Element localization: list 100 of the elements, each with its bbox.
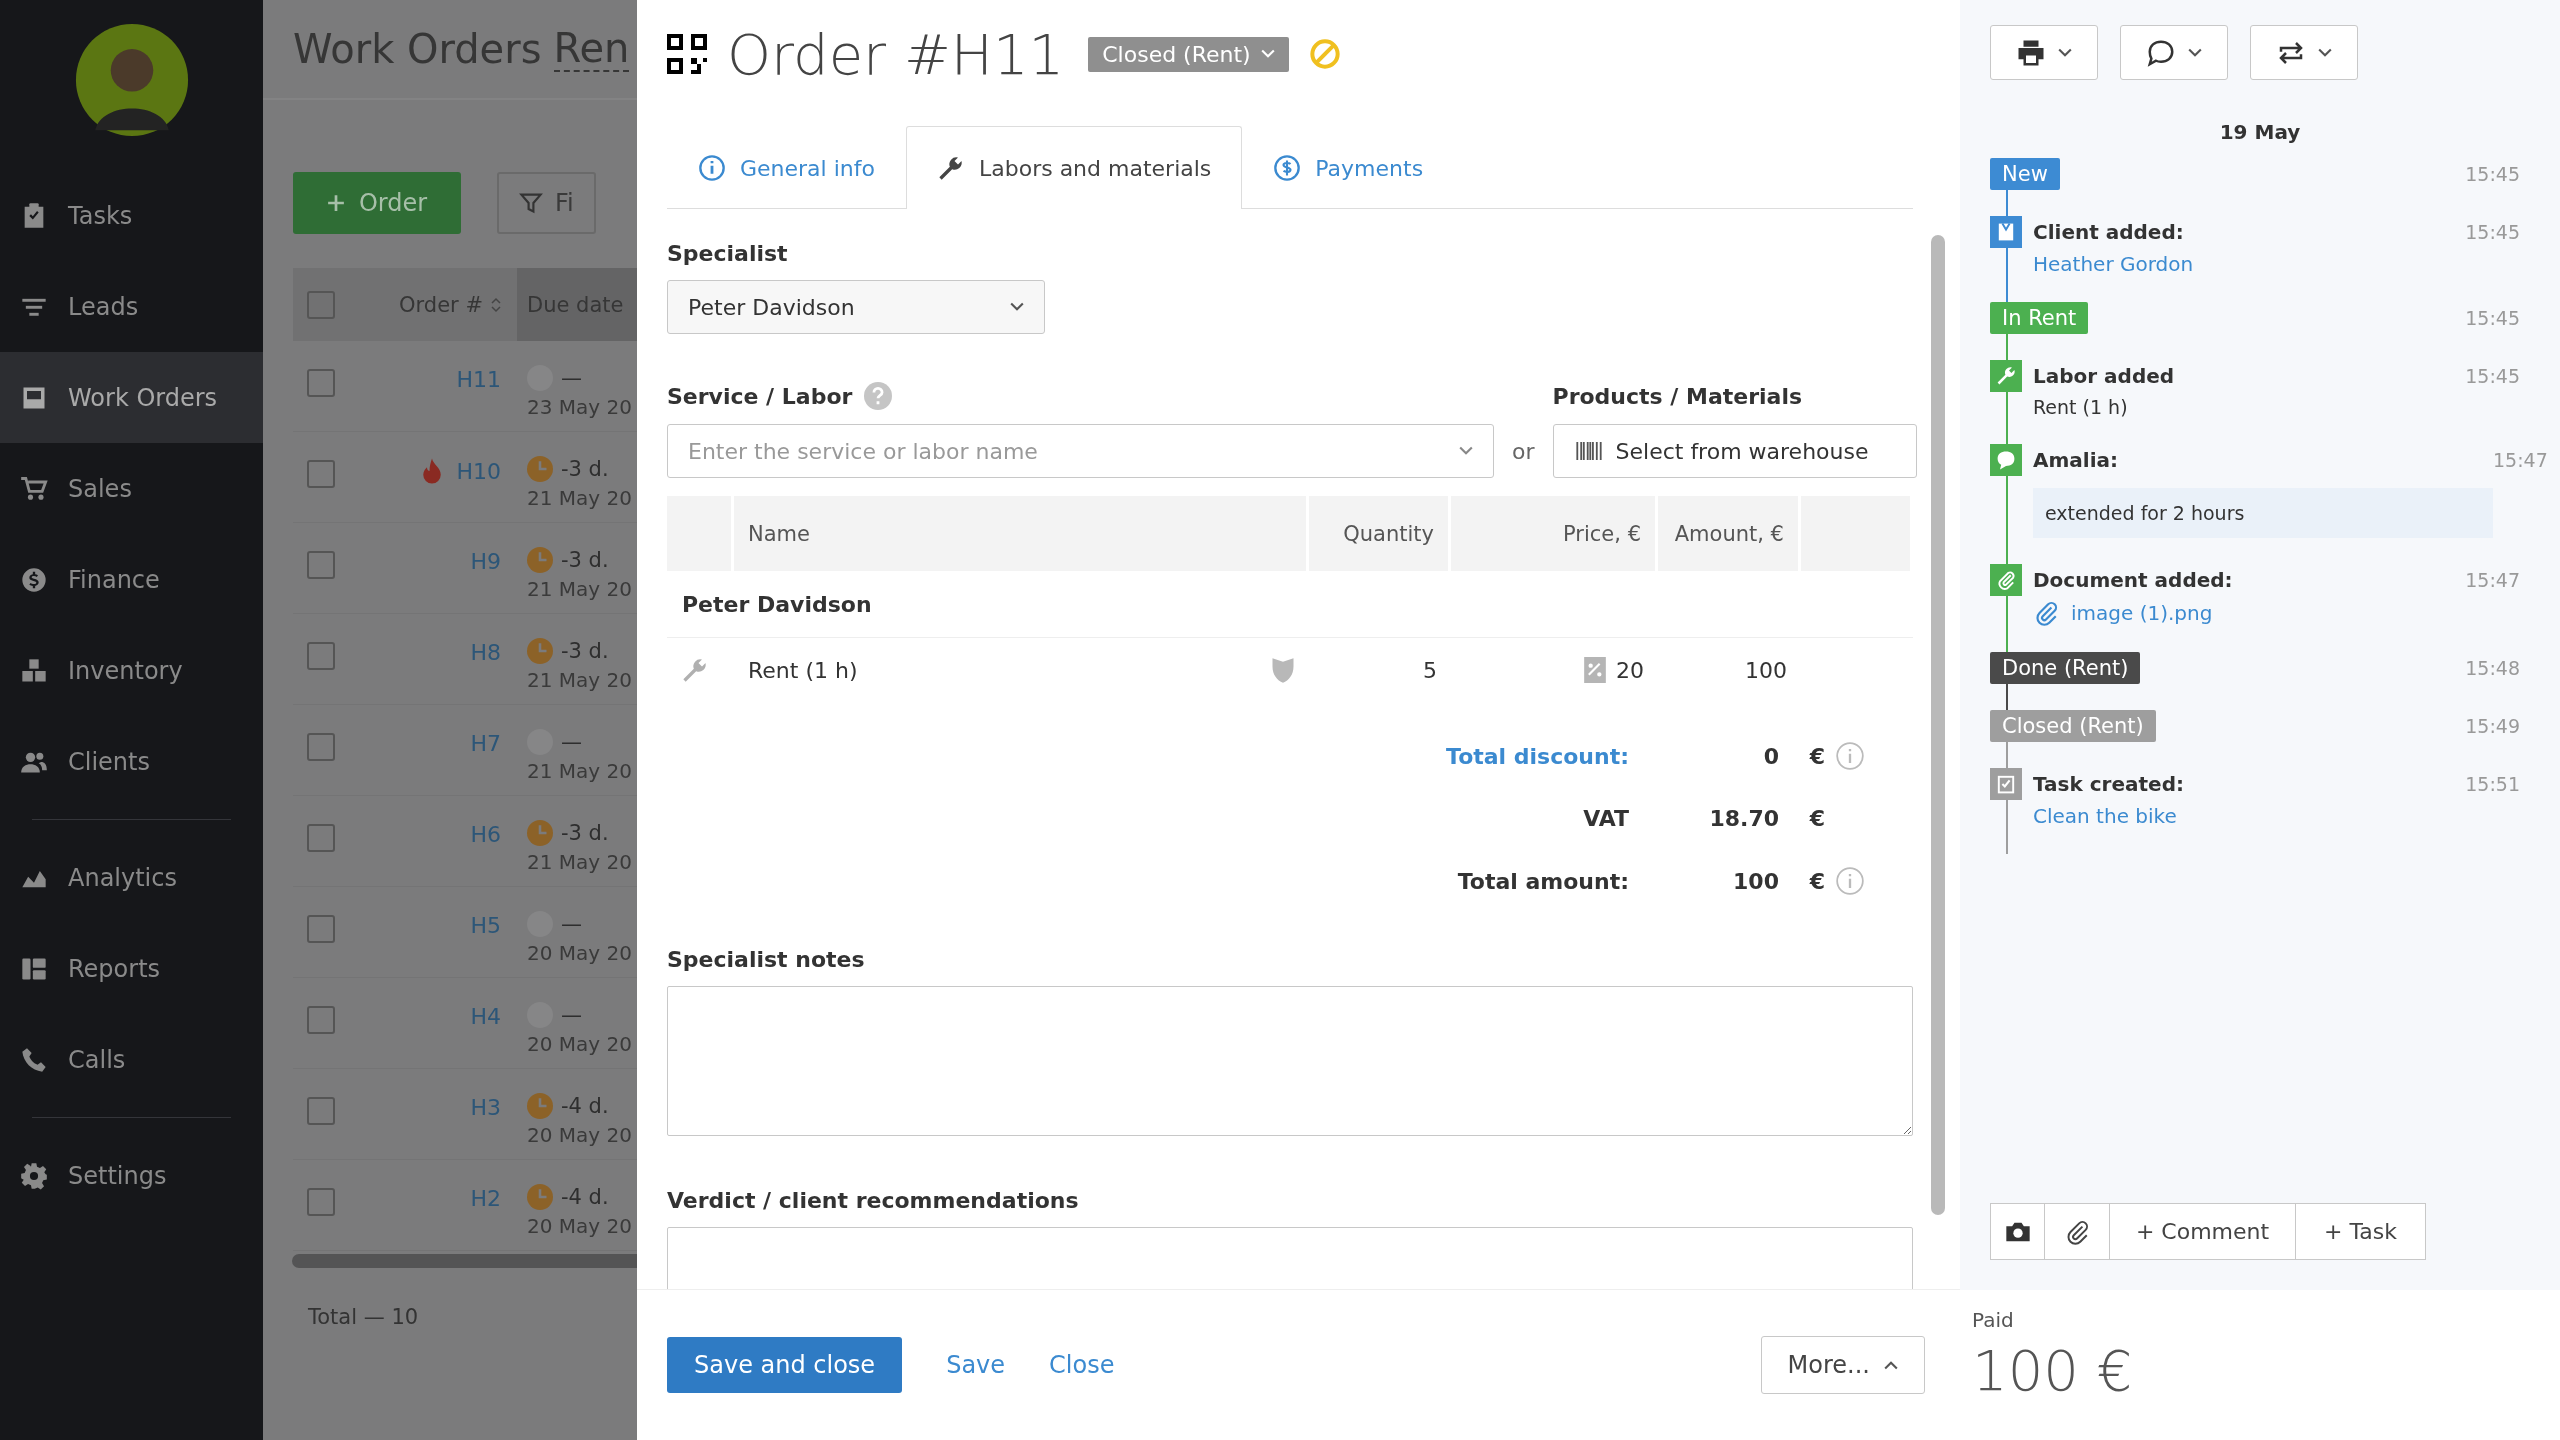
field-label: Specialist notes — [667, 947, 866, 972]
row-checkbox[interactable] — [307, 1188, 335, 1216]
tab[interactable]: Payments — [1242, 126, 1455, 209]
event-time: 15:45 — [2465, 220, 2521, 245]
row-checkbox[interactable] — [307, 824, 335, 852]
column-header: Name — [734, 496, 1309, 571]
discount-link[interactable]: Total discount: — [667, 743, 1629, 769]
group-name: Peter Davidson — [667, 571, 1913, 638]
event-title: Client added: — [2033, 219, 2185, 246]
sidebar-item[interactable]: Reports — [0, 923, 263, 1014]
sidebar-item[interactable]: Finance — [0, 534, 263, 625]
row-checkbox[interactable] — [307, 1097, 335, 1125]
currency-text: € — [1808, 806, 1825, 831]
sidebar-item[interactable]: Settings — [0, 1130, 263, 1221]
event-time: 15:49 — [2465, 714, 2521, 739]
column-header: Amount, € — [1658, 496, 1801, 571]
repeat-button[interactable] — [2250, 25, 2358, 80]
status-dropdown[interactable]: Closed (Rent) — [1088, 36, 1289, 72]
scrollbar-thumb[interactable] — [1931, 235, 1945, 1215]
caret-up-icon — [1884, 1360, 1898, 1370]
row-checkbox[interactable] — [307, 460, 335, 488]
camera-button[interactable] — [1990, 1203, 2045, 1260]
footer-link[interactable]: Close — [1049, 1351, 1115, 1379]
add-comment-button[interactable]: + Comment — [2109, 1203, 2296, 1260]
help-icon — [864, 382, 893, 410]
comment-text: extended for 2 hours — [2033, 488, 2493, 538]
shield-icon[interactable] — [1271, 656, 1295, 684]
select-all-checkbox[interactable] — [307, 290, 335, 319]
qr-code-icon — [667, 34, 707, 74]
event-link[interactable]: Heather Gordon — [2033, 252, 2194, 276]
sidebar-item[interactable]: Calls — [0, 1014, 263, 1105]
specialist-select[interactable]: Peter Davidson — [667, 280, 1045, 334]
sidebar-item[interactable]: Work Orders — [0, 352, 263, 443]
row-checkbox[interactable] — [307, 915, 335, 943]
add-order-button[interactable]: Order — [293, 172, 461, 234]
tab[interactable]: General info — [667, 126, 906, 209]
filter-icon — [519, 191, 543, 215]
row-checkbox[interactable] — [307, 369, 335, 397]
field-label: Specialist — [667, 241, 789, 266]
paid-amount: 100 € — [1972, 1338, 2134, 1403]
settings-icon — [20, 1161, 48, 1190]
barcode-icon — [1575, 440, 1602, 462]
add-task-button[interactable]: + Task — [2295, 1203, 2426, 1260]
filter-button[interactable]: Fi — [497, 172, 596, 234]
date-text: 20 May 20 — [527, 1032, 633, 1056]
due-text: -3 d. — [561, 548, 609, 572]
due-text: — — [561, 730, 582, 754]
caret-icon — [1260, 49, 1275, 59]
page-tab[interactable]: Ren — [553, 26, 630, 72]
more-button[interactable]: More... — [1760, 1336, 1925, 1394]
event-time: 15:47 — [2465, 568, 2521, 593]
due-text: — — [561, 912, 582, 936]
event-time: 15:45 — [2465, 364, 2521, 389]
date-text: 20 May 20 — [527, 1214, 633, 1238]
currency-text: € — [1808, 868, 1825, 894]
event-time: 15:47 — [2493, 448, 2549, 473]
date-text: 21 May 20 — [527, 486, 633, 510]
sidebar-item[interactable]: Sales — [0, 443, 263, 534]
column-header: Price, € — [1451, 496, 1658, 571]
status-badge: Done (Rent) — [1990, 652, 2141, 684]
date-text: 21 May 20 — [527, 759, 633, 783]
date-text: 21 May 20 — [527, 577, 633, 601]
warehouse-button[interactable]: Select from warehouse — [1552, 424, 1917, 478]
print-button[interactable] — [1990, 25, 2098, 80]
sidebar-item[interactable]: Tasks — [0, 170, 263, 261]
event-link[interactable]: Clean the bike — [2033, 804, 2184, 828]
row-checkbox[interactable] — [307, 1006, 335, 1034]
sidebar-item[interactable]: Inventory — [0, 625, 263, 716]
event-time: 15:45 — [2465, 162, 2521, 187]
message-button[interactable] — [2120, 25, 2228, 80]
date-text: 21 May 20 — [527, 850, 633, 874]
row-checkbox[interactable] — [307, 551, 335, 579]
service-input[interactable]: Enter the service or labor name — [667, 424, 1494, 478]
footer-link[interactable]: Save — [946, 1351, 1006, 1379]
event-time: 15:48 — [2465, 656, 2521, 681]
info-icon[interactable] — [1836, 867, 1864, 895]
event-title: Document added: — [2033, 567, 2233, 594]
total-count: Total — 10 — [308, 1305, 419, 1329]
discount-icon[interactable] — [1584, 657, 1606, 683]
due-text: -3 d. — [561, 639, 609, 663]
save-and-close-button[interactable]: Save and close — [667, 1337, 903, 1393]
sidebar-item[interactable]: Clients — [0, 716, 263, 807]
quantity-value: 5 — [1423, 657, 1437, 683]
row-checkbox[interactable] — [307, 733, 335, 761]
row-checkbox[interactable] — [307, 642, 335, 670]
file-link[interactable]: image (1).png — [2071, 601, 2213, 625]
due-text: -3 d. — [561, 821, 609, 845]
scrollbar[interactable] — [292, 1254, 637, 1268]
column-header[interactable]: Order # — [399, 292, 483, 317]
sidebar-item[interactable]: Analytics — [0, 832, 263, 923]
column-header: Quantity — [1309, 496, 1451, 571]
due-text: -4 d. — [561, 1185, 609, 1209]
tab[interactable]: Labors and materials — [905, 126, 1243, 209]
cart-icon — [20, 474, 48, 503]
dollar-icon — [20, 565, 48, 594]
info-icon[interactable] — [1836, 742, 1864, 770]
attach-button[interactable] — [2044, 1203, 2110, 1260]
sidebar-item[interactable]: Leads — [0, 261, 263, 352]
notes-field[interactable] — [667, 986, 1913, 1136]
amount-value: 100 — [1745, 657, 1787, 683]
